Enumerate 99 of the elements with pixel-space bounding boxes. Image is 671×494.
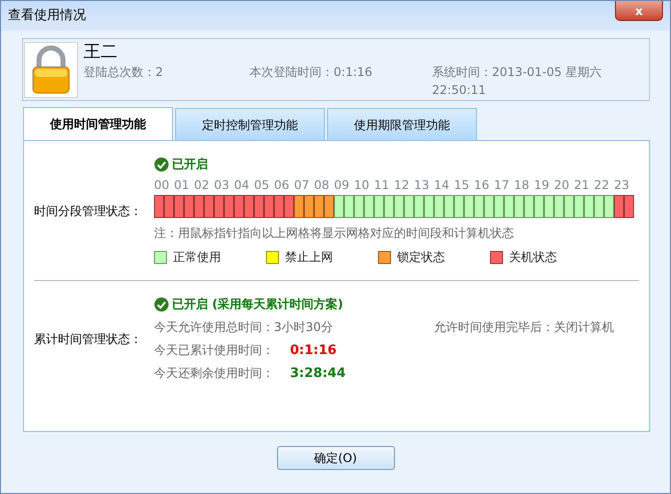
grid-cell[interactable] [534, 195, 544, 218]
grid-cell[interactable] [194, 195, 204, 218]
grid-cell[interactable] [244, 195, 254, 218]
grid-cell[interactable] [514, 195, 524, 218]
grid-cell[interactable] [454, 195, 464, 218]
grid-cell[interactable] [584, 195, 594, 218]
grid-cell[interactable] [364, 195, 374, 218]
hour-label: 07 [294, 178, 310, 192]
grid-cell[interactable] [294, 195, 304, 218]
login-time: 本次登陆时间：0:1:16 [250, 64, 374, 80]
row-label: 时间分段管理状态： [34, 202, 142, 220]
grid-cell[interactable] [604, 195, 614, 218]
hour-label: 05 [254, 178, 270, 192]
grid-cell[interactable] [304, 195, 314, 218]
hour-label: 10 [354, 178, 370, 192]
lock-icon [24, 42, 78, 98]
grid-cell[interactable] [484, 195, 494, 218]
grid-cell[interactable] [214, 195, 224, 218]
hour-label: 11 [374, 178, 390, 192]
grid-cell[interactable] [284, 195, 294, 218]
grid-cell[interactable] [264, 195, 274, 218]
tab[interactable]: 使用期限管理功能 [327, 108, 477, 140]
grid-cell[interactable] [574, 195, 584, 218]
hour-label: 20 [554, 178, 570, 192]
hour-label: 16 [474, 178, 490, 192]
grid-cell[interactable] [234, 195, 244, 218]
hour-label: 21 [574, 178, 590, 192]
hour-label: 17 [494, 178, 510, 192]
hour-label: 02 [194, 178, 210, 192]
grid-cell[interactable] [444, 195, 454, 218]
hour-label: 08 [314, 178, 330, 192]
grid-cell[interactable] [524, 195, 534, 218]
grid-cell[interactable] [434, 195, 444, 218]
legend-label: 禁止上网 [285, 249, 333, 266]
legend-label: 关机状态 [509, 249, 557, 266]
status-text: 已开启 [172, 156, 208, 173]
hour-label: 13 [414, 178, 430, 192]
info-label: 今天已累计使用时间： [154, 342, 275, 359]
grid-cell[interactable] [614, 195, 624, 218]
hour-label: 04 [234, 178, 250, 192]
grid-cell[interactable] [494, 195, 504, 218]
hour-label: 12 [394, 178, 410, 192]
grid-cell[interactable] [394, 195, 404, 218]
grid-cell[interactable] [354, 195, 364, 218]
hour-label: 01 [174, 178, 190, 192]
grid-cell[interactable] [274, 195, 284, 218]
legend-label: 锁定状态 [397, 249, 445, 266]
time-value: 3:28:44 [290, 365, 346, 383]
grid-cell[interactable] [344, 195, 354, 218]
tab[interactable]: 使用时间管理功能 [23, 107, 173, 140]
hour-label: 14 [434, 178, 450, 192]
hour-label: 19 [534, 178, 550, 192]
grid-cell[interactable] [414, 195, 424, 218]
system-time: 系统时间：2013-01-05 星期六 22:50:11 [432, 64, 603, 98]
grid-cell[interactable] [474, 195, 484, 218]
info-label: 今天还剩余使用时间： [154, 365, 275, 382]
grid-cell[interactable] [254, 195, 264, 218]
ok-button[interactable]: 确定(O) [276, 446, 394, 470]
window-title: 查看使用情况 [8, 7, 86, 25]
login-count: 登陆总次数：2 [84, 64, 164, 80]
grid-cell[interactable] [224, 195, 234, 218]
grid-cell[interactable] [184, 195, 194, 218]
status-text: 已开启 (采用每天累计时间方案) [172, 296, 344, 313]
hour-label: 06 [274, 178, 290, 192]
grid-cell[interactable] [164, 195, 174, 218]
hour-label: 09 [334, 178, 350, 192]
grid-cell[interactable] [424, 195, 434, 218]
legend-label: 正常使用 [173, 249, 221, 266]
user-name: 王二 [84, 40, 119, 62]
grid-cell[interactable] [324, 195, 334, 218]
time-value: 0:1:16 [290, 342, 337, 360]
hour-label: 18 [514, 178, 530, 192]
grid-cell[interactable] [464, 195, 474, 218]
grid-cell[interactable] [314, 195, 324, 218]
tab[interactable]: 定时控制管理功能 [175, 108, 325, 140]
row-label: 累计时间管理状态： [34, 331, 142, 348]
grid-cell[interactable] [374, 195, 384, 218]
grid-cell[interactable] [554, 195, 564, 218]
check-icon [154, 297, 169, 312]
hour-label: 22 [594, 178, 610, 192]
grid-cell[interactable] [204, 195, 214, 218]
grid-cell[interactable] [504, 195, 514, 218]
grid-cell[interactable] [594, 195, 604, 218]
hour-label: 23 [614, 178, 630, 192]
hour-label: 00 [154, 178, 170, 192]
grid-cell[interactable] [384, 195, 394, 218]
note-text: 注：用鼠标指针指向以上网格将显示网格对应的时间段和计算机状态 [154, 225, 515, 242]
grid-cell[interactable] [564, 195, 574, 218]
grid-cell[interactable] [404, 195, 414, 218]
allowed-time: 今天允许使用总时间：3小时30分 [154, 319, 334, 336]
grid-cell[interactable] [334, 195, 344, 218]
hour-label: 03 [214, 178, 230, 192]
grid-cell[interactable] [174, 195, 184, 218]
grid-cell[interactable] [624, 195, 634, 218]
grid-cell[interactable] [154, 195, 164, 218]
grid-cell[interactable] [544, 195, 554, 218]
hour-label: 15 [454, 178, 470, 192]
check-icon [154, 156, 169, 172]
after-action: 允许时间使用完毕后：关闭计算机 [434, 319, 614, 336]
